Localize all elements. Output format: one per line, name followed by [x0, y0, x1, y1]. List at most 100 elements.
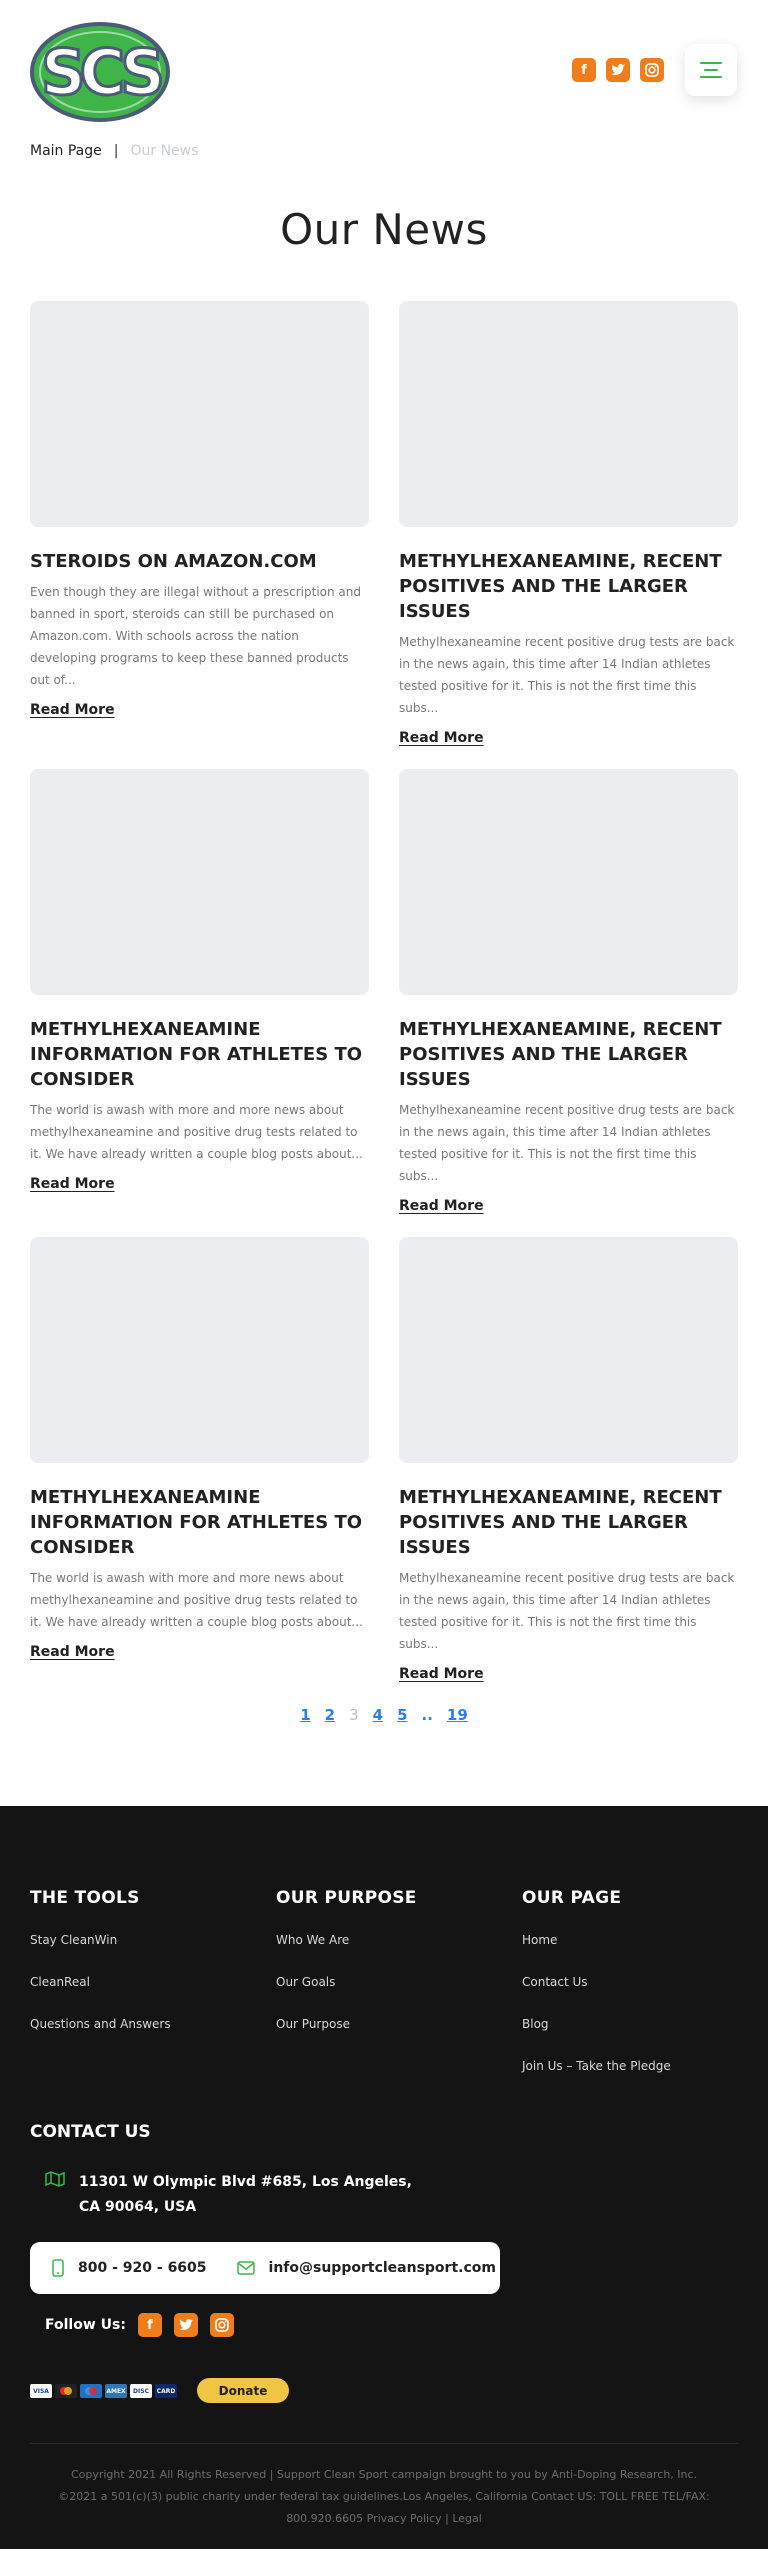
address-line: 11301 W Olympic Blvd #685, Los Angeles,: [79, 2174, 412, 2190]
news-page: SCS f Main Page | Our News Our News STER…: [0, 0, 768, 2549]
post-title[interactable]: METHYLHEXANEAMINE, RECENT POSITIVES AND …: [399, 1017, 738, 1092]
footer-link[interactable]: Stay CleanWin: [30, 1930, 171, 1972]
footer-link[interactable]: Our Goals: [276, 1972, 417, 2014]
footer-link[interactable]: Questions and Answers: [30, 2014, 171, 2056]
copyright-text: Copyright 2021 All Rights Reserved | Sup…: [30, 2464, 738, 2530]
post-title[interactable]: STEROIDS ON AMAZON.COM: [30, 549, 369, 574]
payment-methods: VISA AMEX DISC CARD: [30, 2384, 177, 2398]
post-title[interactable]: METHYLHEXANEAMINE INFORMATION FOR ATHLET…: [30, 1485, 369, 1560]
phone-number[interactable]: 800 - 920 - 6605: [78, 2260, 207, 2276]
card-icon: CARD: [155, 2384, 177, 2398]
footer-link[interactable]: Contact Us: [522, 1972, 671, 2014]
page-current: 3: [349, 1706, 359, 1724]
post-thumbnail[interactable]: [399, 301, 738, 527]
facebook-icon[interactable]: f: [137, 2313, 162, 2337]
post-excerpt: Even though they are illegal without a p…: [30, 585, 361, 687]
footer-heading: OUR PURPOSE: [276, 1888, 417, 1908]
footer-link[interactable]: Join Us – Take the Pledge: [522, 2056, 671, 2098]
post-thumbnail[interactable]: [30, 769, 369, 995]
read-more-link[interactable]: Read More: [399, 1198, 484, 1214]
footer-heading: OUR PAGE: [522, 1888, 622, 1908]
footer-link[interactable]: Who We Are: [276, 1930, 417, 1972]
footer-link[interactable]: CleanReal: [30, 1972, 171, 2014]
email-icon: [236, 2261, 255, 2275]
twitter-icon[interactable]: [606, 58, 630, 82]
page-link-2[interactable]: 2: [325, 1706, 335, 1724]
copyright-line: ©2021 a 501(c)(3) public charity under f…: [58, 2490, 710, 2503]
footer-link[interactable]: Home: [522, 1930, 671, 1972]
contact-address: 11301 W Olympic Blvd #685, Los Angeles, …: [45, 2170, 412, 2220]
page-link-1[interactable]: 1: [300, 1706, 310, 1724]
footer-page-column: OUR PAGE Home Contact Us Blog Join Us – …: [522, 1888, 671, 2098]
post-excerpt: Methylhexaneamine recent positive drug t…: [399, 1571, 735, 1651]
twitter-icon[interactable]: [173, 2313, 198, 2337]
post-title[interactable]: METHYLHEXANEAMINE, RECENT POSITIVES AND …: [399, 1485, 738, 1560]
menu-line: [704, 69, 718, 71]
menu-line: [700, 76, 722, 78]
post-excerpt: The world is awash with more and more ne…: [30, 1571, 363, 1629]
news-card: METHYLHEXANEAMINE INFORMATION FOR ATHLET…: [30, 1237, 369, 1660]
breadcrumb-separator: |: [113, 143, 119, 159]
mastercard-icon: [55, 2384, 77, 2398]
follow-label: Follow Us:: [45, 2317, 126, 2333]
copyright-line: Copyright 2021 All Rights Reserved | Sup…: [70, 2468, 698, 2481]
maestro-icon: [80, 2384, 102, 2398]
breadcrumb-home-link[interactable]: Main Page: [30, 143, 102, 159]
site-header: SCS f: [0, 0, 768, 140]
post-excerpt: Methylhexaneamine recent positive drug t…: [399, 1103, 735, 1183]
donate-button[interactable]: Donate: [197, 2378, 289, 2403]
map-icon: [45, 2171, 65, 2187]
footer-tools-column: THE TOOLS Stay CleanWin CleanReal Questi…: [30, 1888, 171, 2056]
post-excerpt: Methylhexaneamine recent positive drug t…: [399, 635, 735, 715]
amex-icon: AMEX: [105, 2384, 127, 2398]
visa-icon: VISA: [30, 2384, 52, 2398]
post-thumbnail[interactable]: [30, 1237, 369, 1463]
contact-info-box: 800 - 920 - 6605 info@supportcleansport.…: [30, 2242, 500, 2294]
hamburger-menu-button[interactable]: [685, 44, 737, 96]
menu-line: [700, 62, 722, 64]
footer-purpose-column: OUR PURPOSE Who We Are Our Goals Our Pur…: [276, 1888, 417, 2056]
site-footer: THE TOOLS Stay CleanWin CleanReal Questi…: [0, 1806, 768, 2549]
post-excerpt: The world is awash with more and more ne…: [30, 1103, 363, 1161]
read-more-link[interactable]: Read More: [399, 1666, 484, 1682]
contact-heading: CONTACT US: [30, 2122, 151, 2142]
post-thumbnail[interactable]: [30, 301, 369, 527]
footer-link[interactable]: Blog: [522, 2014, 671, 2056]
read-more-link[interactable]: Read More: [30, 702, 115, 718]
page-link-19[interactable]: 19: [447, 1706, 468, 1724]
post-title[interactable]: METHYLHEXANEAMINE, RECENT POSITIVES AND …: [399, 549, 738, 624]
footer-heading: THE TOOLS: [30, 1888, 140, 1908]
footer-divider: [30, 2443, 738, 2444]
page-ellipsis: ..: [421, 1706, 433, 1724]
facebook-icon[interactable]: f: [572, 58, 596, 82]
page-title: Our News: [280, 205, 488, 254]
page-link-5[interactable]: 5: [397, 1706, 407, 1724]
address-line: CA 90064, USA: [79, 2199, 197, 2215]
pagination: 1 2 3 4 5 .. 19: [0, 1706, 768, 1724]
news-card: METHYLHEXANEAMINE INFORMATION FOR ATHLET…: [30, 769, 369, 1192]
post-title[interactable]: METHYLHEXANEAMINE INFORMATION FOR ATHLET…: [30, 1017, 369, 1092]
breadcrumb: Main Page | Our News: [30, 143, 198, 159]
read-more-link[interactable]: Read More: [30, 1176, 115, 1192]
phone-icon: [52, 2259, 64, 2277]
news-card: METHYLHEXANEAMINE, RECENT POSITIVES AND …: [399, 301, 738, 746]
breadcrumb-current: Our News: [130, 143, 199, 159]
instagram-icon[interactable]: [209, 2313, 234, 2337]
page-link-4[interactable]: 4: [373, 1706, 383, 1724]
svg-text:SCS: SCS: [41, 36, 161, 109]
site-logo[interactable]: SCS: [30, 22, 170, 122]
footer-link[interactable]: Our Purpose: [276, 2014, 417, 2056]
news-card: STEROIDS ON AMAZON.COM Even though they …: [30, 301, 369, 718]
copyright-line: 800.920.6605 Privacy Policy | Legal: [286, 2512, 482, 2525]
post-thumbnail[interactable]: [399, 769, 738, 995]
read-more-link[interactable]: Read More: [399, 730, 484, 746]
post-thumbnail[interactable]: [399, 1237, 738, 1463]
discover-icon: DISC: [130, 2384, 152, 2398]
read-more-link[interactable]: Read More: [30, 1644, 115, 1660]
instagram-icon[interactable]: [640, 58, 664, 82]
news-card: METHYLHEXANEAMINE, RECENT POSITIVES AND …: [399, 769, 738, 1214]
email-address[interactable]: info@supportcleansport.com: [269, 2260, 496, 2276]
follow-us: Follow Us: f: [45, 2313, 234, 2337]
header-social-links: f: [572, 58, 664, 82]
news-card: METHYLHEXANEAMINE, RECENT POSITIVES AND …: [399, 1237, 738, 1682]
